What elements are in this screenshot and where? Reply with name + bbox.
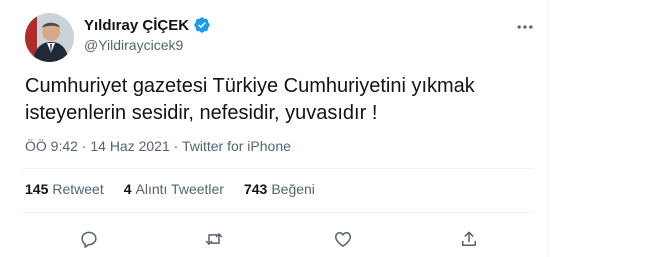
- tweet-text: Cumhuriyet gazetesi Türkiye Cumhuriyetin…: [25, 73, 530, 127]
- tweet-text-line: isteyenlerin sesidir, nefesidir, yuvasıd…: [25, 102, 378, 124]
- like-icon[interactable]: [330, 226, 356, 252]
- avatar[interactable]: [25, 13, 74, 62]
- more-icon[interactable]: [514, 16, 536, 38]
- like-label: Beğeni: [271, 181, 315, 197]
- tweet-card: Yıldıray ÇİÇEK @Yildiraycicek9 Cumhuriye…: [0, 0, 549, 257]
- tweet-stats: 145 Retweet 4 Alıntı Tweetler 743 Beğeni: [25, 181, 315, 197]
- share-icon[interactable]: [456, 226, 482, 252]
- like-count: 743: [243, 181, 268, 197]
- tweet-meta: ÖÖ 9:42 · 14 Haz 2021 · Twitter for iPho…: [25, 138, 291, 154]
- reply-icon[interactable]: [76, 226, 102, 252]
- tweet-text-line: Cumhuriyet gazetesi Türkiye Cumhuriyetin…: [25, 75, 475, 97]
- like-stat[interactable]: 743 Beğeni: [244, 181, 315, 197]
- author-name-row: Yıldıray ÇİÇEK: [84, 16, 211, 34]
- retweet-stat[interactable]: 145 Retweet: [25, 181, 104, 197]
- action-bar: [0, 224, 548, 254]
- quote-count: 4: [123, 181, 132, 197]
- tweet-source[interactable]: Twitter for iPhone: [182, 138, 291, 154]
- retweet-count: 145: [25, 181, 49, 197]
- retweet-icon[interactable]: [201, 226, 227, 252]
- verified-badge-icon: [193, 16, 211, 34]
- quote-label: Alıntı Tweetler: [135, 181, 224, 197]
- author-handle[interactable]: @Yildiraycicek9: [84, 37, 183, 53]
- quote-stat[interactable]: 4 Alıntı Tweetler: [124, 181, 224, 197]
- avatar-image: [25, 13, 74, 62]
- display-name[interactable]: Yıldıray ÇİÇEK: [84, 17, 189, 34]
- divider: [22, 212, 534, 213]
- retweet-label: Retweet: [52, 181, 104, 197]
- divider: [22, 168, 534, 169]
- tweet-timestamp[interactable]: ÖÖ 9:42 · 14 Haz 2021 ·: [25, 138, 182, 154]
